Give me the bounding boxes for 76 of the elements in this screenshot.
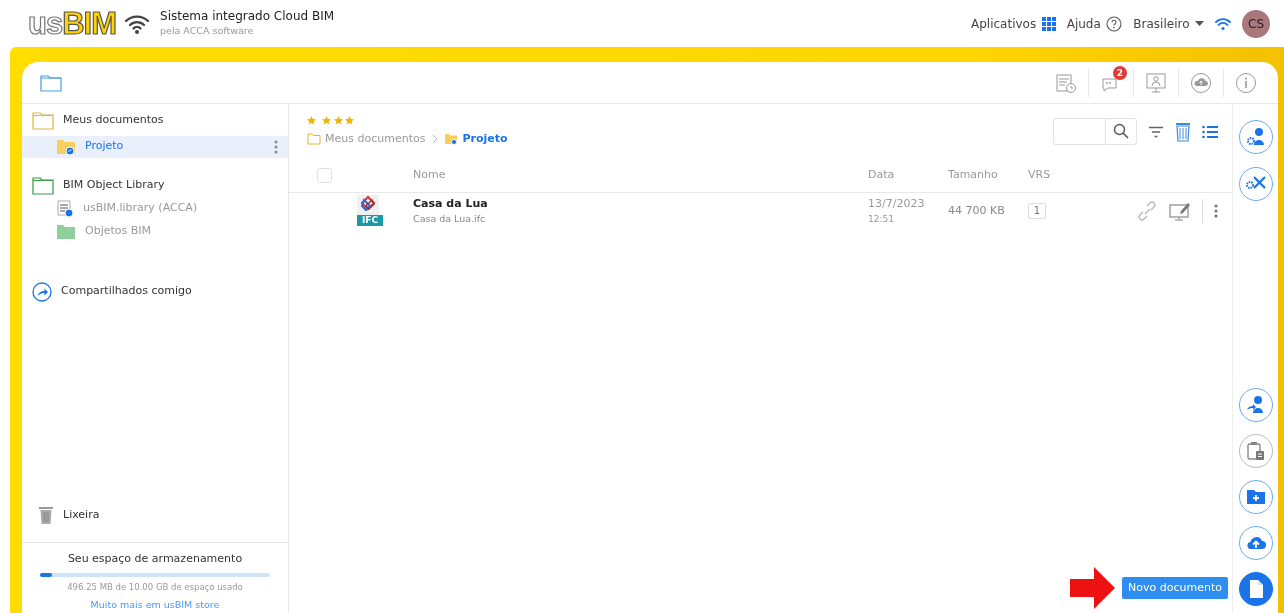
library-file-icon — [56, 199, 74, 218]
header-link[interactable]: Ajuda — [1066, 14, 1101, 33]
breadcrumb-link[interactable]: Projeto — [444, 130, 508, 147]
tree-item[interactable]: BIM Object Library — [22, 174, 288, 197]
star-icon — [345, 116, 355, 125]
chevron-right-icon — [430, 133, 439, 144]
size-cell-text: 44 700 KB — [948, 202, 1006, 219]
clipboard-icon — [1244, 440, 1267, 462]
column-header: VRS — [1028, 167, 1052, 184]
search-icon[interactable] — [1113, 123, 1129, 140]
action-button[interactable] — [1238, 388, 1273, 422]
column-header: Data — [868, 167, 896, 184]
shared-folder-icon — [56, 138, 76, 155]
star-icon — [333, 116, 343, 125]
star-icon — [321, 116, 331, 125]
version-badge[interactable]: 1 — [1028, 203, 1046, 219]
trash-icon — [38, 505, 54, 524]
help-icon[interactable] — [1106, 15, 1123, 32]
filter-icon[interactable] — [1148, 125, 1164, 138]
breadcrumb-link[interactable]: Meus documentos — [307, 130, 426, 147]
action-button[interactable] — [1238, 572, 1273, 606]
action-button[interactable] — [1238, 434, 1273, 468]
select-all-checkbox[interactable] — [317, 168, 332, 183]
store-link[interactable]: Muito mais em usBIM store — [90, 597, 220, 612]
column-header: Tamanho — [948, 167, 999, 184]
list-view-icon[interactable] — [1202, 124, 1218, 139]
info-icon — [1235, 71, 1257, 94]
date-cell-text: 13/7/2023 — [868, 196, 926, 212]
file-name[interactable]: Casa da Lua — [413, 195, 868, 213]
folder-icon — [40, 72, 62, 93]
action-button[interactable] — [1238, 480, 1273, 514]
tooltip: Novo documento — [1122, 576, 1228, 600]
notification-badge: 2 — [1113, 65, 1127, 80]
tree-item[interactable]: Meus documentos — [22, 109, 288, 132]
action-button[interactable] — [1238, 120, 1273, 154]
header-link[interactable]: Aplicativos — [971, 14, 1037, 33]
file-path: Casa da Lua.ifc — [413, 212, 487, 227]
wifi-icon — [124, 12, 150, 35]
more-options-icon[interactable] — [1214, 204, 1218, 218]
app-subtitle: pela ACCA software — [160, 23, 255, 38]
search-field[interactable] — [1053, 118, 1105, 145]
share-icon — [32, 281, 52, 302]
storage-usage: 496.25 MB de 10.00 GB de espaço usado — [66, 580, 244, 594]
toolbar-button[interactable]: 2 — [1088, 68, 1133, 97]
action-button[interactable] — [1238, 526, 1273, 560]
action-button[interactable] — [1238, 167, 1273, 201]
folder-icon — [32, 111, 54, 130]
folder-icon — [32, 176, 54, 195]
caret-icon[interactable] — [1195, 20, 1204, 27]
cloud-upload-icon — [1190, 71, 1212, 94]
column-header: Nome — [413, 167, 447, 184]
app-title: Sistema integrado Cloud BIM — [160, 9, 335, 24]
time-cell-text: 12:51 — [868, 212, 895, 226]
more-options-icon[interactable] — [274, 139, 278, 154]
star-icon — [307, 116, 316, 125]
wifi-icon — [1215, 16, 1231, 31]
user-settings-icon — [1244, 126, 1267, 148]
tree-item[interactable]: Projeto — [22, 135, 288, 158]
trash-link[interactable]: Lixeira — [63, 506, 100, 523]
presentation-icon — [1145, 71, 1167, 94]
user-avatar[interactable]: CS — [1242, 9, 1270, 38]
monitor-edit-icon[interactable] — [1169, 201, 1191, 221]
tree-item[interactable]: Objetos BIM — [22, 220, 288, 243]
search-button[interactable] — [1105, 118, 1137, 145]
shared-folder-icon — [444, 132, 459, 145]
trash-icon[interactable] — [1175, 121, 1191, 142]
folder-icon — [307, 132, 321, 145]
calendar-clock-icon — [1055, 71, 1077, 94]
apps-grid-icon[interactable] — [1041, 16, 1056, 31]
header-link[interactable]: Brasileiro — [1133, 14, 1190, 33]
arrow-drawing — [1070, 566, 1117, 610]
tree-item[interactable]: usBIM.library (ACCA) — [22, 197, 288, 220]
tree-item[interactable]: Compartilhados comigo — [22, 280, 288, 303]
storage-title: Seu espaço de armazenamento — [66, 551, 244, 568]
folder-icon — [56, 223, 76, 240]
logo: usBIM — [28, 8, 116, 39]
